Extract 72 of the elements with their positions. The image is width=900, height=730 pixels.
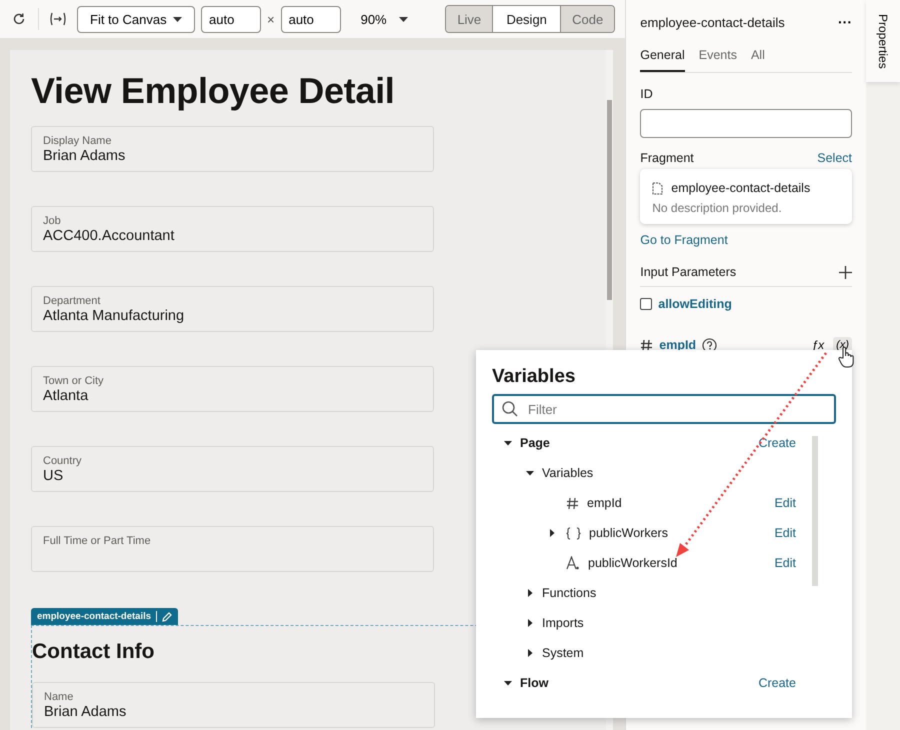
- form-field[interactable]: Department Atlanta Manufacturing: [31, 286, 434, 332]
- form-field[interactable]: Job ACC400.Accountant: [31, 206, 434, 252]
- caret-icon: [173, 16, 182, 22]
- panel-tab[interactable]: All: [750, 44, 765, 72]
- action-link[interactable]: Create: [758, 676, 796, 690]
- tree-item[interactable]: Variables: [542, 466, 594, 480]
- mode-tab[interactable]: Live: [446, 6, 492, 32]
- mode-tab[interactable]: Design: [492, 6, 560, 32]
- height-field[interactable]: auto: [280, 6, 341, 32]
- section-label: Input Parameters: [640, 265, 736, 279]
- collapse-caret-icon[interactable]: [504, 679, 512, 687]
- form-field[interactable]: Town or City Atlanta: [31, 366, 434, 412]
- document-icon: [652, 182, 664, 194]
- form-field[interactable]: Name Brian Adams: [32, 682, 435, 728]
- fragment-name: employee-contact-details: [671, 181, 810, 195]
- expand-caret-icon[interactable]: [526, 649, 534, 657]
- parameter-link[interactable]: empId: [659, 338, 696, 352]
- collapse-caret-icon[interactable]: [526, 469, 534, 477]
- properties-tab[interactable]: Properties: [866, 0, 900, 82]
- expand-caret-icon[interactable]: [548, 529, 556, 537]
- field-label: Fragment: [640, 151, 694, 165]
- form-field[interactable]: Country US: [31, 446, 434, 492]
- parameter-link[interactable]: allowEditing: [658, 297, 732, 311]
- action-link[interactable]: Edit: [774, 556, 796, 570]
- go-to-fragment-link[interactable]: Go to Fragment: [640, 233, 852, 247]
- text-type-icon: [566, 556, 580, 570]
- select-link[interactable]: Select: [817, 151, 852, 165]
- filter-field[interactable]: Filter: [492, 394, 836, 424]
- expand-caret-icon[interactable]: [526, 619, 534, 627]
- search-icon: [502, 401, 518, 417]
- tree-item[interactable]: publicWorkersId: [588, 556, 678, 570]
- tree-item[interactable]: Functions: [542, 586, 596, 600]
- tree-item[interactable]: Flow: [520, 676, 548, 690]
- id-field[interactable]: [640, 109, 852, 138]
- caret-icon: [398, 16, 408, 22]
- expand-caret-icon[interactable]: [526, 589, 534, 597]
- panel-title: employee-contact-details: [640, 14, 785, 30]
- refresh-icon[interactable]: [12, 12, 26, 26]
- action-link[interactable]: Edit: [774, 526, 796, 540]
- tree-item[interactable]: publicWorkers: [589, 526, 668, 540]
- zoom-dropdown[interactable]: 90%: [354, 10, 414, 28]
- mode-tab[interactable]: Code: [560, 6, 614, 32]
- tree-item[interactable]: empId: [587, 496, 622, 510]
- action-link[interactable]: Edit: [774, 496, 796, 510]
- width-field[interactable]: auto: [201, 6, 261, 32]
- pencil-icon[interactable]: [162, 612, 172, 622]
- page-title: View Employee Detail: [31, 70, 396, 112]
- panel-tab[interactable]: General: [640, 44, 685, 72]
- checkbox[interactable]: [640, 298, 652, 310]
- hash-icon: [640, 338, 654, 352]
- field-label: ID: [640, 87, 654, 101]
- fit-width-icon[interactable]: [49, 12, 67, 26]
- tree-item[interactable]: Page: [520, 436, 550, 450]
- hash-icon: [566, 496, 579, 510]
- action-link[interactable]: Create: [758, 436, 796, 450]
- tree-item[interactable]: System: [542, 646, 584, 660]
- fragment-tag[interactable]: employee-contact-details: [31, 608, 178, 625]
- form-field[interactable]: Full Time or Part Time: [31, 526, 434, 572]
- popup-title: Variables: [492, 366, 576, 388]
- braces-icon: [566, 526, 581, 540]
- panel-tab[interactable]: Events: [698, 44, 737, 72]
- scrollbar[interactable]: [812, 436, 818, 586]
- collapse-caret-icon[interactable]: [504, 439, 512, 447]
- plus-icon[interactable]: [839, 266, 852, 278]
- fit-dropdown[interactable]: Fit to Canvas: [77, 6, 195, 32]
- section-title: Contact Info: [32, 640, 154, 664]
- form-field[interactable]: Display Name Brian Adams: [31, 126, 434, 172]
- fragment-description: No description provided.: [652, 201, 783, 215]
- tree-item[interactable]: Imports: [542, 616, 584, 630]
- times-sign: ×: [267, 12, 275, 26]
- more-button[interactable]: ···: [838, 14, 852, 30]
- help-icon[interactable]: [702, 338, 718, 352]
